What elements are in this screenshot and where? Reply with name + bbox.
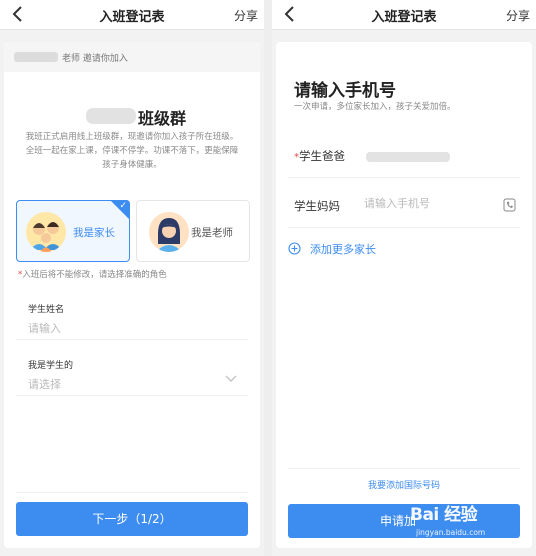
add-more-label: 添加更多家长	[310, 243, 376, 256]
page-title: 入班登记表	[371, 10, 437, 25]
role-option-teacher[interactable]: 我是老师	[136, 200, 250, 262]
registration-card: 老师 邀请你加入 班级群 我班正式启用线上班级群，现邀请你加入孩子所在班级。全班…	[4, 42, 260, 548]
watermark-logo: Bai 经验	[410, 505, 478, 525]
blurred-teacher-name	[14, 52, 58, 62]
phone-title: 请输入手机号	[294, 81, 396, 101]
divider	[16, 492, 248, 493]
watermark-url: jingyan.baidu.com	[416, 528, 486, 537]
student-name-input[interactable]: 请输入	[28, 320, 61, 336]
class-heading: 班级群	[4, 104, 260, 128]
teacher-avatar-icon	[149, 212, 189, 252]
relation-label: 我是学生的	[28, 361, 74, 371]
role-label-parent: 我是家长	[73, 227, 115, 239]
phone-card: 请输入手机号 一次申请，多位家长加入，孩子关爱加倍。 *学生爸爸 学生妈妈 添加…	[276, 42, 532, 548]
next-step-button[interactable]: 下一步（1/2）	[16, 502, 248, 536]
family-avatar-icon	[26, 212, 66, 252]
role-option-parent[interactable]: 我是家长 ✓	[16, 200, 130, 262]
dad-label-text: 学生爸爸	[299, 149, 345, 163]
share-button[interactable]: 分享	[506, 7, 530, 24]
phone-subtitle: 一次申请，多位家长加入，孩子关爱加倍。	[294, 102, 456, 112]
blurred-dad-phone[interactable]	[366, 152, 450, 162]
class-description: 我班正式启用线上班级群，现邀请你加入孩子所在班级。全班一起在家上课，停课不停学。…	[25, 132, 239, 170]
right-screen: 入班登记表 分享 请输入手机号 一次申请，多位家长加入，孩子关爱加倍。 *学生爸…	[272, 0, 536, 556]
chevron-down-icon	[225, 375, 237, 382]
baidu-watermark: Bai 经验 jingyan.baidu.com	[410, 500, 534, 544]
divider	[288, 468, 520, 469]
international-number-link[interactable]: 我要添加国际号码	[276, 478, 532, 491]
mom-phone-input[interactable]	[364, 197, 494, 210]
top-bar: 入班登记表 分享	[0, 0, 264, 30]
invite-bar: 老师 邀请你加入	[4, 42, 260, 72]
class-name: 班级群	[138, 109, 187, 128]
dad-phone-row[interactable]: *学生爸爸	[288, 134, 520, 178]
contacts-icon[interactable]	[503, 198, 516, 212]
mom-label: 学生妈妈	[294, 199, 340, 213]
page-title: 入班登记表	[99, 10, 165, 25]
role-notice-text: 入班后将不能修改，请选择准确的角色	[22, 270, 167, 280]
role-notice: *入班后将不能修改，请选择准确的角色	[18, 268, 167, 280]
role-label-teacher: 我是老师	[191, 227, 233, 239]
check-icon: ✓	[119, 201, 127, 211]
student-name-label: 学生姓名	[28, 305, 65, 315]
share-button[interactable]: 分享	[234, 7, 258, 24]
student-name-field[interactable]: 学生姓名 请输入	[16, 294, 248, 340]
invite-text: 老师 邀请你加入	[62, 54, 128, 64]
plus-circle-icon	[288, 242, 301, 255]
mom-phone-row[interactable]: 学生妈妈	[288, 184, 520, 228]
relation-select-field[interactable]: 我是学生的 请选择	[16, 350, 248, 396]
dad-label: *学生爸爸	[294, 148, 345, 164]
relation-select[interactable]: 请选择	[28, 376, 61, 392]
top-bar: 入班登记表 分享	[272, 0, 536, 30]
blurred-class-name	[86, 108, 136, 124]
left-screen: 入班登记表 分享 老师 邀请你加入 班级群 我班正式启用线上班级群，现邀请你加入…	[0, 0, 264, 556]
